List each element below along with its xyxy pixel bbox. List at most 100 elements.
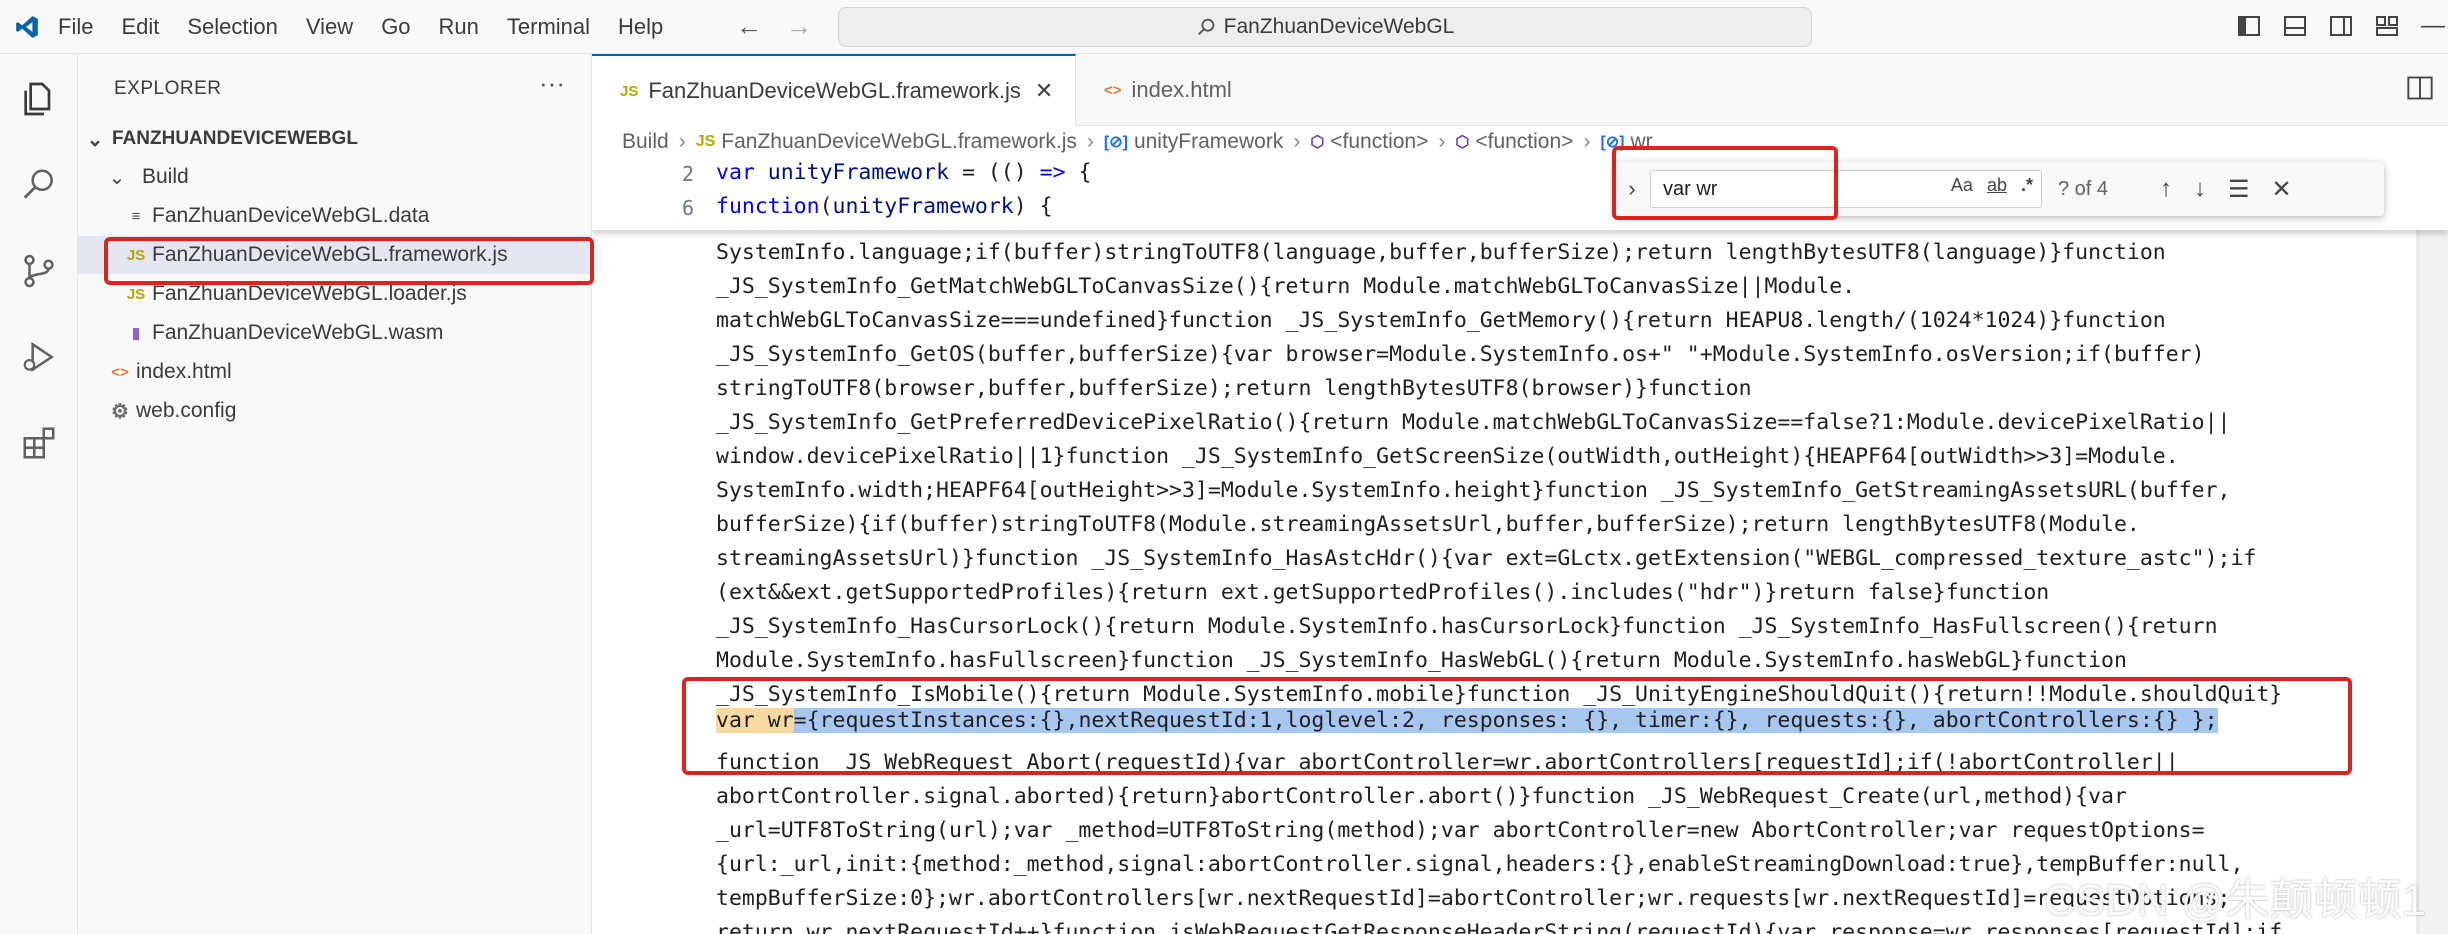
split-editor-icon[interactable]	[2406, 74, 2434, 102]
use-regex-toggle[interactable]: .*	[2021, 175, 2033, 196]
tree-file-wasm[interactable]: ▮ FanZhuanDeviceWebGL.wasm	[78, 314, 592, 352]
code-line: bufferSize){if(buffer)stringToUTF8(Modul…	[716, 512, 2140, 537]
editor-tab-bar: JS FanZhuanDeviceWebGL.framework.js ✕ <>…	[592, 54, 2448, 126]
annotation-box-code	[682, 677, 2352, 775]
code-line: {url:_url,init:{method:_method,signal:ab…	[716, 852, 2244, 877]
vertical-scrollbar[interactable]	[2420, 156, 2448, 934]
workspace-root[interactable]: ⌄ FANZHUANDEVICEWEBGL	[78, 120, 592, 158]
chevron-right-icon: ›	[1293, 130, 1301, 153]
sidebar-title: EXPLORER	[114, 78, 222, 99]
menu-view[interactable]: View	[306, 14, 353, 40]
line-number: 2	[681, 162, 694, 186]
breadcrumb-item[interactable]: FanZhuanDeviceWebGL.framework.js	[721, 130, 1077, 154]
html-file-icon: <>	[1104, 81, 1122, 99]
menu-edit[interactable]: Edit	[121, 14, 159, 40]
menu-go[interactable]: Go	[381, 14, 410, 40]
tab-index-html[interactable]: <> index.html	[1076, 54, 1316, 126]
title-bar: File Edit Selection View Go Run Terminal…	[0, 0, 2448, 54]
code-line: (ext&&ext.getSupportedProfiles){return e…	[716, 580, 2050, 605]
next-match-icon[interactable]: ↓	[2194, 175, 2206, 203]
match-case-toggle[interactable]: Aa	[1951, 175, 1973, 196]
search-icon[interactable]	[12, 158, 66, 212]
chevron-right-icon: ›	[1438, 130, 1446, 153]
code-editor[interactable]: 2 var unityFramework = (() => { 6 functi…	[592, 156, 2448, 934]
html-file-icon: <>	[111, 363, 129, 381]
js-file-icon: JS	[620, 82, 639, 100]
tree-item-label: index.html	[136, 360, 232, 383]
tab-label: index.html	[1131, 77, 1232, 102]
explorer-icon[interactable]	[12, 72, 66, 126]
tree-item-label: web.config	[136, 399, 237, 422]
tab-label: FanZhuanDeviceWebGL.framework.js	[648, 78, 1021, 103]
menu-run[interactable]: Run	[439, 14, 479, 40]
tree-file-data[interactable]: ≡ FanZhuanDeviceWebGL.data	[78, 197, 592, 235]
wasm-file-icon: ▮	[131, 325, 141, 342]
code-line: Module.SystemInfo.hasFullscreen}function…	[716, 648, 2127, 673]
minimize-icon[interactable]: —	[2418, 12, 2448, 40]
code-line: SystemInfo.language;if(buffer)stringToUT…	[716, 240, 2166, 265]
command-center-label: FanZhuanDeviceWebGL	[1223, 15, 1455, 38]
toggle-panel-icon[interactable]	[2280, 12, 2310, 40]
tree-item-label: FanZhuanDeviceWebGL.data	[152, 204, 430, 227]
run-debug-icon[interactable]	[12, 330, 66, 384]
workspace-root-label: FANZHUANDEVICEWEBGL	[112, 128, 358, 149]
code-line: tempBufferSize:0};wr.abortControllers[wr…	[716, 886, 2231, 911]
previous-match-icon[interactable]: ↑	[2160, 175, 2172, 203]
sticky-line: var unityFramework = (() => {	[716, 160, 1092, 185]
annotation-box-file	[104, 237, 594, 285]
close-icon[interactable]: ✕	[2272, 175, 2292, 204]
forward-arrow-icon[interactable]: →	[786, 11, 812, 42]
more-actions-icon[interactable]: ···	[539, 68, 565, 99]
menu-selection[interactable]: Selection	[187, 14, 278, 40]
chevron-right-icon: ›	[1086, 130, 1094, 153]
find-in-selection-icon[interactable]: ☰	[2228, 175, 2250, 204]
breadcrumb-item[interactable]: <function>	[1330, 130, 1428, 154]
code-line: _JS_SystemInfo_GetMatchWebGLToCanvasSize…	[716, 274, 1856, 299]
toggle-primary-sidebar-icon[interactable]	[2234, 12, 2264, 40]
customize-layout-icon[interactable]	[2372, 12, 2402, 40]
back-arrow-icon[interactable]: ←	[736, 11, 762, 42]
breadcrumb-item[interactable]: unityFramework	[1134, 130, 1283, 154]
chevron-right-icon: ›	[678, 130, 686, 153]
tree-folder-build[interactable]: ⌄ Build	[78, 158, 592, 196]
annotation-box-find	[1612, 146, 1838, 220]
data-file-icon: ≡	[131, 207, 141, 225]
breadcrumb-item[interactable]: <function>	[1475, 130, 1573, 154]
chevron-down-icon: ⌄	[108, 166, 126, 189]
function-icon: ⬡	[1455, 134, 1470, 151]
code-line: SystemInfo.width;HEAPF64[outHeight>>3]=M…	[716, 478, 2231, 503]
match-whole-word-toggle[interactable]: ab	[1987, 175, 2007, 196]
js-file-icon: JS	[126, 285, 146, 303]
watermark: CSDN @朱颠顿顿1	[2044, 876, 2427, 925]
tab-framework-js[interactable]: JS FanZhuanDeviceWebGL.framework.js ✕	[592, 54, 1076, 126]
match-count: ? of 4	[2058, 177, 2109, 200]
search-icon	[1197, 18, 1214, 35]
source-control-icon[interactable]	[12, 244, 66, 298]
close-icon[interactable]: ✕	[1035, 78, 1053, 104]
code-line: abortController.signal.aborted){return}a…	[716, 784, 2127, 809]
chevron-down-icon: ⌄	[86, 128, 104, 151]
sticky-line: function(unityFramework) {	[716, 194, 1053, 219]
code-line: _JS_SystemInfo_GetOS(buffer,bufferSize){…	[716, 342, 2205, 367]
code-line: _JS_SystemInfo_GetPreferredDevicePixelRa…	[716, 410, 2231, 435]
code-line: streamingAssetsUrl)}function _JS_SystemI…	[716, 546, 2257, 571]
menu-file[interactable]: File	[58, 14, 93, 40]
menu-terminal[interactable]: Terminal	[507, 14, 590, 40]
line-number: 6	[681, 196, 694, 220]
tree-item-label: FanZhuanDeviceWebGL.wasm	[152, 321, 444, 344]
toggle-secondary-sidebar-icon[interactable]	[2326, 12, 2356, 40]
extensions-icon[interactable]	[12, 416, 66, 470]
command-center[interactable]: FanZhuanDeviceWebGL	[838, 7, 1812, 47]
code-line: _JS_SystemInfo_HasCursorLock(){return Mo…	[716, 614, 2218, 639]
tree-file-web-config[interactable]: ⚙ web.config	[78, 392, 592, 430]
variable-icon: [⊘]	[1103, 134, 1128, 151]
code-line: _url=UTF8ToString(url);var _method=UTF8T…	[716, 818, 2205, 843]
tree-file-index-html[interactable]: <> index.html	[78, 353, 592, 391]
breadcrumb-item[interactable]: Build	[622, 130, 669, 154]
layout-controls: —	[2218, 12, 2448, 42]
function-icon: ⬡	[1310, 134, 1325, 151]
code-line: matchWebGLToCanvasSize===undefined}funct…	[716, 308, 2166, 333]
menu-help[interactable]: Help	[618, 14, 663, 40]
tree-item-label: Build	[142, 165, 189, 188]
find-options: Aa ab .*	[1937, 175, 2033, 196]
